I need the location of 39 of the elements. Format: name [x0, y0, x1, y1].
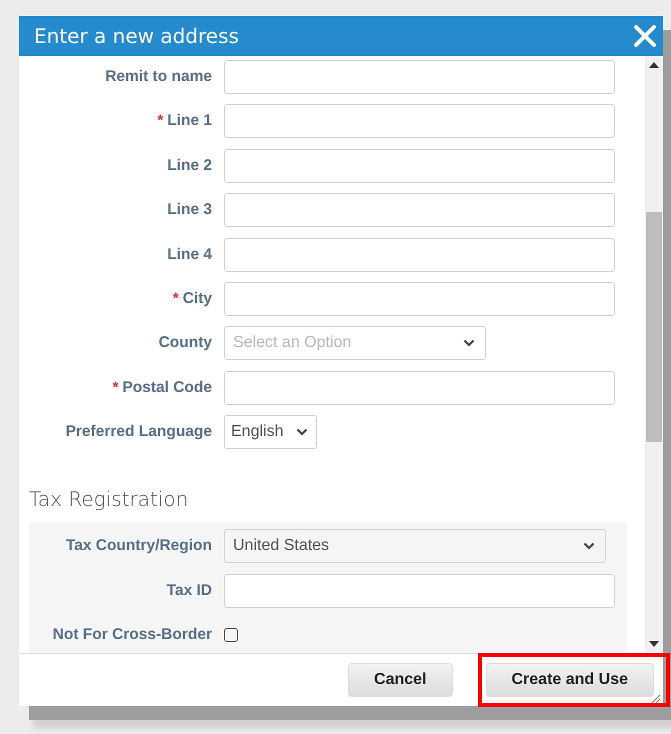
field-label: Line 3 — [167, 201, 212, 218]
scroll-down-icon[interactable] — [649, 641, 659, 647]
field-label: Remit to name — [105, 68, 212, 85]
field-label: Not For Cross-Border — [52, 626, 212, 643]
checkbox[interactable] — [224, 628, 238, 642]
required-mark: * — [157, 112, 164, 130]
field-label: County — [158, 334, 212, 352]
scroll-thumb[interactable] — [646, 212, 662, 442]
text-field[interactable] — [224, 148, 615, 183]
chevron-icon — [463, 339, 475, 348]
field-label: Line 4 — [167, 246, 212, 263]
field-label: Postal Code — [122, 378, 212, 396]
scroll-up-icon[interactable] — [649, 62, 659, 68]
dialog-button[interactable]: Create and Use — [486, 663, 654, 697]
field-label: Tax Country/Region — [66, 537, 212, 554]
text-field[interactable] — [224, 282, 615, 316]
required-mark: * — [172, 290, 179, 307]
field-label: Preferred Language — [66, 423, 212, 440]
dialog-button[interactable]: Cancel — [348, 663, 452, 697]
text-field[interactable] — [224, 104, 615, 138]
text-field[interactable] — [224, 60, 615, 94]
dropdown[interactable]: English — [224, 415, 317, 450]
text-field[interactable] — [224, 574, 615, 608]
dialog-title: Enter a new address — [34, 24, 239, 48]
required-mark: * — [112, 378, 118, 396]
text-field[interactable] — [224, 193, 615, 228]
chevron-icon — [296, 428, 308, 436]
field-label: Tax ID — [166, 582, 212, 599]
text-field[interactable] — [224, 238, 615, 272]
field-label: Line 1 — [167, 112, 212, 130]
field-label: Line 2 — [167, 156, 212, 174]
field-label: City — [182, 290, 212, 307]
text-field[interactable] — [224, 370, 615, 405]
chevron-icon — [583, 542, 595, 550]
scrollbar[interactable] — [645, 56, 663, 653]
resize-grip-icon[interactable] — [649, 692, 661, 704]
dropdown[interactable]: United States — [224, 529, 606, 564]
section-heading: Tax Registration — [29, 487, 190, 512]
close-icon[interactable] — [633, 24, 657, 48]
